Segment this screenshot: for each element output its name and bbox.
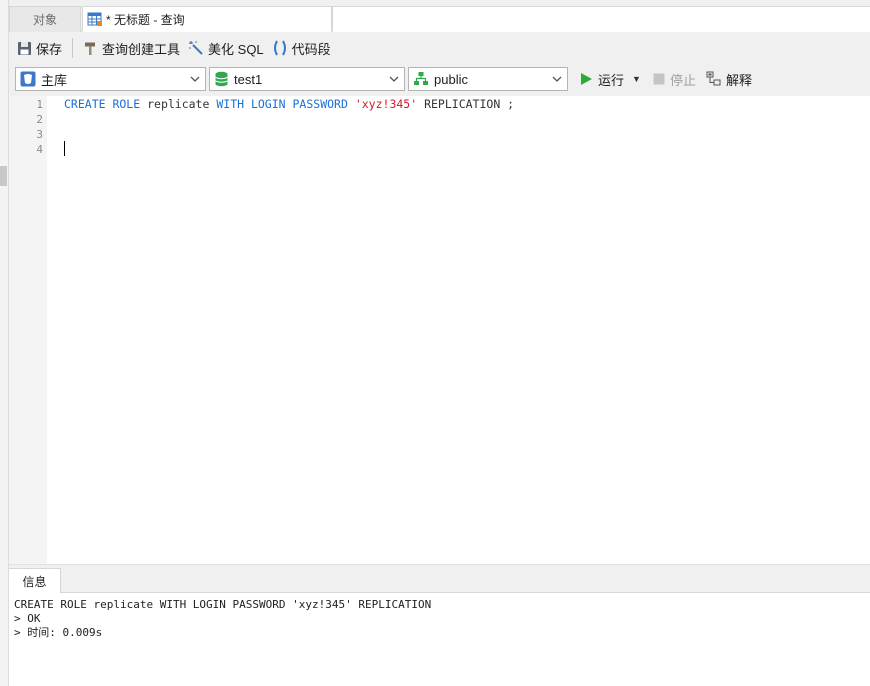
database-select[interactable]: test1 [209,67,405,91]
tab-objects[interactable]: 对象 [9,6,81,32]
parentheses-icon [272,40,288,56]
tab-query-label: * 无标题 - 查询 [106,12,185,27]
result-tab-bar: 信息 [9,568,870,593]
query-window: 对象 * 无标题 - 查询 保存 查询创建工具 美化 SQL 代码段 主库 te… [0,0,870,686]
output-line: > 时间: 0.009s [14,626,103,639]
stop-label: 停止 [669,72,696,88]
sql-identifier: replicate [140,97,217,111]
toolbar-separator [72,38,74,58]
beautify-sql-button[interactable]: 美化 SQL [184,36,268,60]
main-toolbar: 保存 查询创建工具 美化 SQL 代码段 [9,32,870,64]
stop-button[interactable]: 停止 [650,67,699,91]
save-label: 保存 [36,41,63,57]
sql-keyword: CREATE ROLE [64,97,141,111]
explain-icon [706,71,722,87]
tab-info[interactable]: 信息 [9,568,61,593]
hammer-icon [83,41,98,56]
connection-icon [20,71,36,87]
save-button[interactable]: 保存 [13,36,66,60]
save-icon [17,41,32,56]
connection-selector-row: 主库 test1 public 运行 ▼ 停止 解释 [9,64,870,94]
left-panel-strip [0,0,9,686]
line-number: 3 [36,128,43,141]
database-value: test1 [234,71,263,87]
tab-info-label: 信息 [22,574,47,589]
schema-value: public [434,71,468,87]
chevron-down-icon [388,72,400,86]
explain-button[interactable]: 解释 [703,67,755,91]
line-number: 2 [36,113,43,126]
output-line: > OK [14,612,41,625]
connection-value: 主库 [41,72,68,88]
tab-objects-label: 对象 [32,13,57,27]
query-table-icon [87,11,103,27]
panel-collapse-handle[interactable] [0,166,7,186]
sql-identifier: REPLICATION ; [417,97,515,111]
code-snippet-label: 代码段 [291,41,331,57]
line-number: 1 [36,98,43,111]
schema-icon [413,71,429,87]
schema-select[interactable]: public [408,67,568,91]
beautify-sql-label: 美化 SQL [208,41,264,57]
message-output: CREATE ROLE replicate WITH LOGIN PASSWOR… [9,593,870,686]
explain-label: 解释 [725,72,752,88]
sql-editor[interactable]: 1 2 3 4 CREATE ROLE replicate WITH LOGIN… [9,96,870,564]
line-number-gutter: 1 2 3 4 [9,96,47,564]
sql-keyword: WITH LOGIN PASSWORD [216,97,348,111]
query-builder-label: 查询创建工具 [102,41,181,57]
database-icon [214,71,229,87]
code-snippet-button[interactable]: 代码段 [268,36,335,60]
magic-wand-icon [188,40,204,56]
run-dropdown-caret-icon[interactable]: ▼ [632,74,641,84]
chevron-down-icon [551,72,563,86]
tab-bar-fill [332,6,870,32]
run-label: 运行 [598,72,625,88]
chevron-down-icon [189,72,201,86]
run-button[interactable]: 运行 ▼ [577,67,644,91]
stop-icon [653,73,665,85]
line-number: 4 [36,143,43,156]
play-icon [580,72,593,86]
sql-string: 'xyz!345' [347,97,418,111]
tab-query[interactable]: * 无标题 - 查询 [82,6,332,32]
output-line: CREATE ROLE replicate WITH LOGIN PASSWOR… [14,598,432,611]
connection-select[interactable]: 主库 [15,67,206,91]
query-builder-button[interactable]: 查询创建工具 [79,36,184,60]
text-caret [64,141,65,156]
sql-code-line: CREATE ROLE replicate WITH LOGIN PASSWOR… [64,97,514,112]
tab-bar: 对象 * 无标题 - 查询 [9,0,870,32]
